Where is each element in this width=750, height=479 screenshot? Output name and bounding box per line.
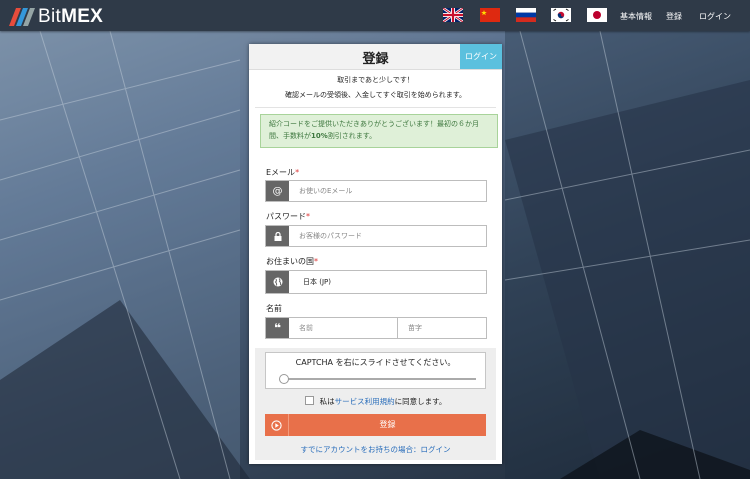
required-mark: * (295, 168, 300, 177)
globe-icon (266, 271, 289, 293)
brand-mex: MEX (61, 6, 104, 27)
top-navbar: BitMEX 基本情報 登録 ログイン (0, 0, 750, 31)
captcha-slider-handle[interactable] (279, 374, 289, 384)
divider (255, 107, 496, 108)
name-field: ❝ 名前 苗字 (265, 317, 487, 339)
referral-discount: 10% (311, 132, 328, 140)
terms-agreement: 私はサービス利用規約に同意します。 (255, 396, 496, 407)
uk-flag-icon[interactable] (443, 8, 463, 22)
korea-flag-icon[interactable] (551, 8, 571, 22)
login-tab[interactable]: ログイン (460, 44, 502, 69)
name-label-text: 名前 (266, 304, 282, 313)
captcha-text: CAPTCHA を右にスライドさせてください。 (295, 358, 456, 367)
register-card: 登録 ログイン 取引まであと少しです！ 確認メールの受領後、入金してすぐ取引を始… (249, 44, 502, 464)
email-field[interactable]: @ お使いのEメール (265, 180, 487, 202)
password-label-text: パスワード (266, 212, 306, 221)
register-button[interactable]: 登録 (265, 414, 486, 436)
brand-name: BitMEX (38, 6, 103, 28)
register-button-label: 登録 (379, 420, 396, 429)
have-account-login-link[interactable]: すでにアカウントをお持ちの場合：ログイン (255, 444, 496, 455)
password-label: パスワード* (266, 211, 310, 222)
nav-register-link[interactable]: 登録 (666, 11, 682, 22)
at-icon: @ (266, 181, 289, 201)
terms-suffix: に同意します。 (394, 397, 447, 406)
email-label-text: Eメール (266, 168, 296, 177)
quote-icon: ❝ (266, 318, 289, 338)
intro-line-1: 取引まであと少しです！ (337, 76, 414, 84)
russia-flag-icon[interactable] (516, 8, 536, 22)
last-name-input[interactable]: 苗字 (398, 318, 422, 338)
bitmex-logo-icon (9, 8, 35, 26)
lock-icon (266, 226, 289, 246)
email-placeholder: お使いのEメール (299, 187, 353, 195)
name-label: 名前 (266, 303, 282, 314)
terms-checkbox[interactable] (304, 396, 314, 405)
china-flag-icon[interactable] (480, 8, 500, 22)
intro-line-2: 確認メールの受領後、入金してすぐ取引を始められます。 (284, 91, 467, 99)
terms-link[interactable]: サービス利用規約 (335, 397, 395, 406)
country-select[interactable]: 日本 (JP) (265, 270, 487, 294)
play-circle-icon (265, 414, 289, 436)
terms-prefix: 私は (319, 397, 335, 406)
country-label: お住まいの国* (266, 256, 318, 267)
country-value: 日本 (JP) (303, 278, 331, 286)
captcha-slider-track[interactable] (282, 378, 476, 380)
nav-info-link[interactable]: 基本情報 (620, 11, 652, 22)
email-label: Eメール* (266, 167, 299, 178)
card-header: 登録 ログイン (249, 44, 502, 70)
nav-login-link[interactable]: ログイン (699, 11, 731, 22)
password-placeholder: お客様のパスワード (299, 232, 362, 240)
country-label-text: お住まいの国 (266, 257, 314, 266)
password-field[interactable]: お客様のパスワード (265, 225, 487, 247)
first-name-input[interactable]: 名前 (289, 318, 398, 338)
required-mark: * (314, 257, 318, 266)
required-mark: * (306, 212, 310, 221)
brand-bit: Bit (38, 6, 62, 27)
form-footer: CAPTCHA を右にスライドさせてください。 私はサービス利用規約に同意します… (255, 348, 496, 460)
captcha-box: CAPTCHA を右にスライドさせてください。 (265, 352, 486, 389)
japan-flag-icon[interactable] (587, 8, 607, 22)
referral-alert: 紹介コードをご提供いただきありがとうございます！最初の６か月間、手数料が10%割… (260, 114, 498, 148)
bitmex-logo[interactable]: BitMEX (9, 6, 103, 28)
referral-suffix: 割引されます。 (327, 132, 377, 140)
